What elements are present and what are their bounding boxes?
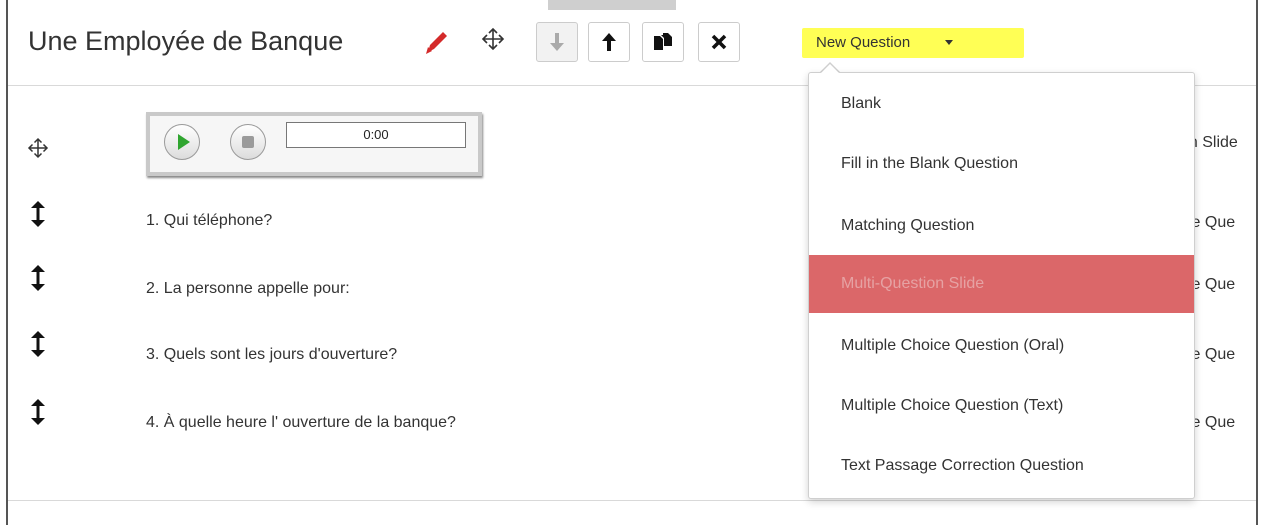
question-text: 2. La personne appelle pour:: [146, 280, 350, 297]
arrow-up-icon: [602, 33, 616, 51]
delete-button[interactable]: [698, 22, 740, 62]
stop-button[interactable]: [230, 124, 266, 160]
slide-editor: Une Employée de Banque New Question 0:00…: [6, 0, 1258, 525]
slide-title: Une Employée de Banque: [28, 26, 344, 56]
divider: [8, 500, 1256, 501]
new-question-menu: Blank Fill in the Blank Question Matchin…: [808, 72, 1195, 499]
new-question-label: New Question: [816, 34, 911, 51]
play-icon: [178, 134, 190, 150]
close-icon: [711, 34, 727, 50]
pencil-icon[interactable]: [422, 26, 452, 56]
move-down-button[interactable]: [536, 22, 578, 62]
menu-item-multi-question-slide[interactable]: Multi-Question Slide: [809, 255, 1194, 313]
copy-button[interactable]: [642, 22, 684, 62]
new-question-dropdown-button[interactable]: New Question: [802, 28, 1024, 58]
copy-icon: [654, 33, 672, 50]
menu-item-blank[interactable]: Blank: [809, 75, 1194, 133]
stop-icon: [242, 136, 254, 148]
vertical-arrows-icon[interactable]: [26, 398, 50, 426]
menu-item-text-passage-correction[interactable]: Text Passage Correction Question: [809, 437, 1194, 495]
arrow-down-icon: [550, 33, 564, 51]
menu-item-multiple-choice-text[interactable]: Multiple Choice Question (Text): [809, 377, 1194, 435]
question-text: 4. À quelle heure l' ouverture de la ban…: [146, 414, 456, 431]
play-button[interactable]: [164, 124, 200, 160]
move-arrows-icon[interactable]: [26, 134, 50, 162]
audio-player: 0:00: [146, 112, 482, 176]
audio-time-display: 0:00: [286, 122, 466, 148]
caret-down-icon: [945, 40, 953, 45]
menu-item-multiple-choice-oral[interactable]: Multiple Choice Question (Oral): [809, 317, 1194, 375]
vertical-arrows-icon[interactable]: [26, 200, 50, 228]
move-up-button[interactable]: [588, 22, 630, 62]
move-arrows-icon[interactable]: [480, 26, 506, 52]
question-text: 1. Qui téléphone?: [146, 212, 273, 229]
vertical-arrows-icon[interactable]: [26, 264, 50, 292]
dropdown-pointer-inner: [821, 64, 839, 73]
menu-item-fill-in-blank[interactable]: Fill in the Blank Question: [809, 135, 1194, 193]
question-text: 3. Quels sont les jours d'ouverture?: [146, 346, 398, 363]
menu-item-matching[interactable]: Matching Question: [809, 197, 1194, 255]
vertical-arrows-icon[interactable]: [26, 330, 50, 358]
